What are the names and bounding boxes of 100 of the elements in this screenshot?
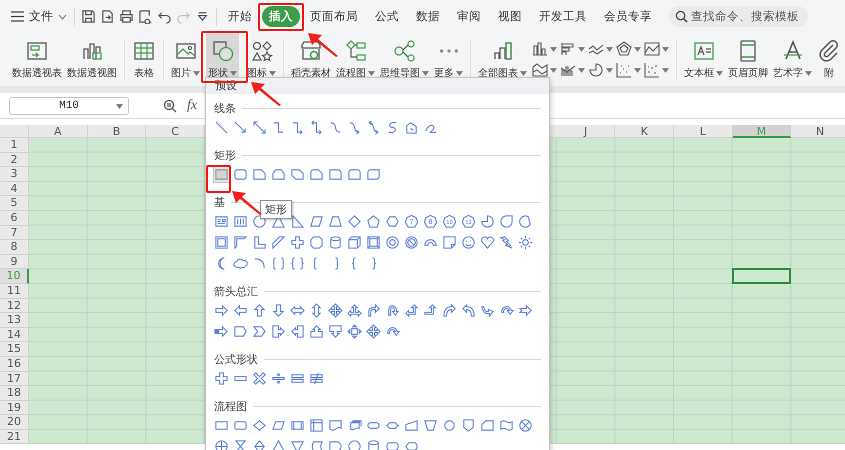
math-shape-icon[interactable] <box>290 371 305 386</box>
row-number[interactable]: 13 <box>0 313 29 328</box>
export-icon[interactable] <box>100 9 115 24</box>
basic-shape-icon[interactable] <box>328 235 343 250</box>
flowchart-shape-icon[interactable] <box>347 418 362 433</box>
flowchart-shape-icon[interactable] <box>233 439 248 450</box>
rectangle-shape-icon[interactable] <box>328 167 343 182</box>
chart-type-button[interactable] <box>644 62 669 78</box>
arrow-shape-icon[interactable] <box>328 303 343 318</box>
row-number[interactable]: 12 <box>0 298 29 314</box>
row-number[interactable]: 18 <box>0 386 29 401</box>
row-number[interactable]: 9 <box>0 254 29 270</box>
flowchart-shape-icon[interactable] <box>366 439 381 450</box>
flowchart-shape-icon[interactable] <box>328 439 343 450</box>
arrow-shape-icon[interactable] <box>518 303 533 318</box>
arrow-shape-icon[interactable] <box>328 324 343 339</box>
math-shape-icon[interactable] <box>309 371 324 386</box>
basic-shape-icon[interactable] <box>385 214 400 229</box>
save-icon[interactable] <box>81 9 96 24</box>
rectangle-shape-icon[interactable] <box>252 167 267 182</box>
arrow-shape-icon[interactable] <box>347 324 362 339</box>
basic-shape-icon[interactable] <box>366 214 381 229</box>
row-number[interactable]: 15 <box>0 342 29 357</box>
file-menu-button[interactable]: 文件 <box>8 6 70 27</box>
arrow-shape-icon[interactable] <box>480 303 495 318</box>
basic-shape-icon[interactable] <box>518 214 533 229</box>
arrow-shape-icon[interactable] <box>214 303 229 318</box>
row-number[interactable]: 19 <box>0 400 29 416</box>
basic-shape-icon[interactable] <box>404 235 419 250</box>
row-number[interactable]: 7 <box>0 226 29 240</box>
flowchart-shape-icon[interactable] <box>290 418 305 433</box>
ribbon-tab[interactable]: 插入 <box>262 6 300 27</box>
chart-type-button[interactable] <box>560 41 585 57</box>
ribbon-tab[interactable]: 公式 <box>368 6 406 27</box>
arrow-shape-icon[interactable] <box>385 303 400 318</box>
flowchart-shape-icon[interactable] <box>347 439 362 450</box>
print-icon[interactable] <box>119 9 134 24</box>
basic-shape-icon[interactable] <box>385 235 400 250</box>
rectangle-shape-icon[interactable] <box>214 167 229 182</box>
basic-shape-icon[interactable] <box>271 235 286 250</box>
customize-icon[interactable] <box>195 9 210 24</box>
basic-shape-icon[interactable] <box>347 235 362 250</box>
math-shape-icon[interactable] <box>214 371 229 386</box>
arrow-shape-icon[interactable] <box>309 324 324 339</box>
arrow-shape-icon[interactable] <box>271 303 286 318</box>
ribbon-button[interactable]: 图片 <box>169 33 202 86</box>
basic-shape-icon[interactable] <box>461 235 476 250</box>
ribbon-tab[interactable]: 数据 <box>409 6 447 27</box>
row-number[interactable]: 20 <box>0 415 29 430</box>
basic-shape-icon[interactable] <box>499 214 514 229</box>
zoom-icon[interactable] <box>163 98 177 112</box>
row-number[interactable]: 5 <box>0 196 29 211</box>
basic-shape-icon[interactable] <box>214 235 229 250</box>
basic-shape-icon[interactable] <box>518 235 533 250</box>
arrow-shape-icon[interactable] <box>252 303 267 318</box>
ribbon-tab[interactable]: 页面布局 <box>303 6 365 27</box>
arrow-shape-icon[interactable] <box>290 324 305 339</box>
rectangle-shape-icon[interactable] <box>309 167 324 182</box>
ribbon-button[interactable]: 艺术字 <box>771 33 814 86</box>
basic-shape-icon[interactable] <box>290 214 305 229</box>
basic-shape-icon[interactable] <box>499 235 514 250</box>
arrow-shape-icon[interactable] <box>290 303 305 318</box>
line-shape-icon[interactable] <box>366 120 381 135</box>
flowchart-shape-icon[interactable] <box>328 418 343 433</box>
flowchart-shape-icon[interactable] <box>309 439 324 450</box>
basic-shape-icon[interactable] <box>233 214 248 229</box>
print-preview-icon[interactable] <box>138 9 153 24</box>
flowchart-shape-icon[interactable] <box>404 418 419 433</box>
ribbon-tab[interactable]: 审阅 <box>450 6 488 27</box>
arrow-shape-icon[interactable] <box>499 303 514 318</box>
row-number[interactable]: 3 <box>0 167 29 182</box>
ribbon-button[interactable]: 页眉页脚 <box>726 33 770 86</box>
rectangle-shape-icon[interactable] <box>347 167 362 182</box>
flowchart-shape-icon[interactable] <box>252 439 267 450</box>
basic-shape-icon[interactable] <box>252 214 267 229</box>
arrow-shape-icon[interactable] <box>271 324 286 339</box>
selected-cell[interactable] <box>732 268 792 284</box>
row-number[interactable]: 11 <box>0 284 29 299</box>
chart-type-button[interactable] <box>616 62 641 78</box>
line-shape-icon[interactable] <box>347 120 362 135</box>
basic-shape-icon[interactable] <box>233 256 248 271</box>
arrow-shape-icon[interactable] <box>233 324 248 339</box>
arrow-shape-icon[interactable] <box>366 324 381 339</box>
basic-shape-icon[interactable] <box>366 235 381 250</box>
flowchart-shape-icon[interactable] <box>499 418 514 433</box>
basic-shape-icon[interactable] <box>271 256 286 271</box>
chart-type-button[interactable] <box>532 62 557 78</box>
ribbon-tab[interactable]: 会员专享 <box>597 6 659 27</box>
chart-type-button[interactable] <box>532 41 557 57</box>
ribbon-tab[interactable]: 开发工具 <box>532 6 594 27</box>
chart-type-button[interactable] <box>588 62 613 78</box>
flowchart-shape-icon[interactable] <box>271 418 286 433</box>
function-button[interactable]: fx <box>187 98 198 114</box>
arrow-shape-icon[interactable] <box>252 324 267 339</box>
search-field[interactable]: 查找命令、搜索模板 <box>669 6 808 27</box>
basic-shape-icon[interactable] <box>290 256 305 271</box>
rectangle-shape-icon[interactable] <box>366 167 381 182</box>
rectangle-shape-icon[interactable] <box>233 167 248 182</box>
line-shape-icon[interactable] <box>290 120 305 135</box>
ribbon-button[interactable]: 表格 <box>130 33 158 86</box>
